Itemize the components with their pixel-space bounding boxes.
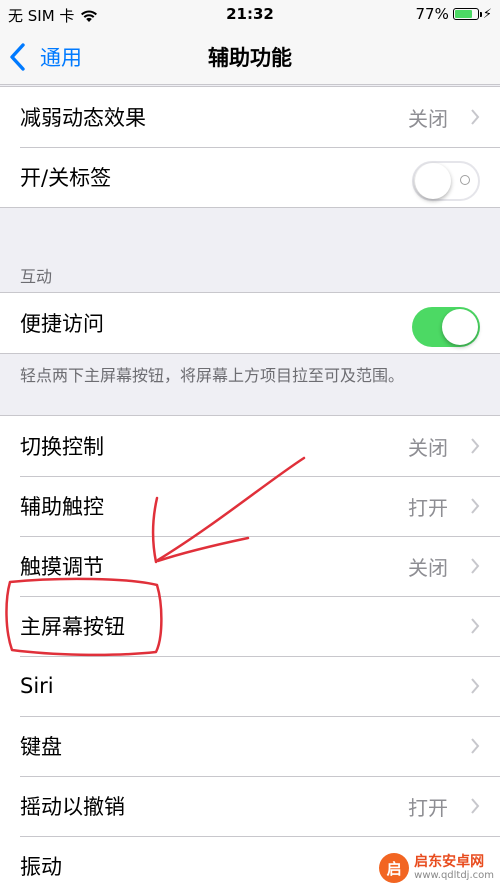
- row-siri[interactable]: Siri: [0, 656, 500, 716]
- row-label: 触摸调节: [20, 555, 104, 579]
- on-off-labels-toggle[interactable]: [412, 161, 480, 201]
- toggle-off-ring-icon: [460, 175, 470, 185]
- watermark-text: 启东安卓网 www.qdltdj.com: [414, 853, 494, 882]
- battery-percent: 77%: [415, 5, 449, 23]
- chevron-right-icon: [471, 738, 480, 754]
- status-right: 77% ⚡: [416, 5, 492, 23]
- chevron-right-icon: [471, 438, 480, 454]
- chevron-right-icon: [471, 558, 480, 574]
- row-switch-control[interactable]: 切换控制 关闭: [0, 416, 500, 476]
- battery-fill: [454, 10, 472, 18]
- chevron-right-icon: [471, 109, 480, 125]
- watermark: 启 启东安卓网 www.qdltdj.com: [379, 853, 494, 883]
- row-value: 关闭: [408, 435, 448, 460]
- row-touch-accommodations[interactable]: 触摸调节 关闭: [0, 536, 500, 596]
- row-label: 开/关标签: [20, 166, 112, 190]
- back-chevron-icon: [10, 40, 40, 74]
- row-shake-to-undo[interactable]: 摇动以撤销 打开: [0, 776, 500, 836]
- watermark-logo-icon: 启: [379, 853, 410, 883]
- charging-icon: ⚡: [482, 6, 492, 22]
- back-button[interactable]: 通用: [10, 40, 82, 74]
- row-label: Siri: [20, 674, 54, 698]
- row-assistive-touch[interactable]: 辅助触控 打开: [0, 476, 500, 536]
- watermark-name: 启东安卓网: [414, 853, 485, 870]
- status-bar: 无 SIM 卡 21:32 77% ⚡: [0, 0, 500, 30]
- row-label: 键盘: [20, 735, 62, 759]
- row-value: 打开: [408, 495, 448, 520]
- row-label: 减弱动态效果: [20, 106, 146, 130]
- chevron-right-icon: [471, 678, 480, 694]
- section-footer-reachability: 轻点两下主屏幕按钮，将屏幕上方项目拉至可及范围。: [20, 366, 405, 385]
- chevron-right-icon: [471, 618, 480, 634]
- row-reachability: 便捷访问: [0, 293, 500, 353]
- row-label: 振动: [20, 855, 62, 879]
- row-label: 切换控制: [20, 435, 104, 459]
- chevron-right-icon: [471, 498, 480, 514]
- chevron-right-icon: [471, 798, 480, 814]
- row-reduce-motion[interactable]: 减弱动态效果 关闭: [0, 87, 500, 147]
- row-home-button[interactable]: 主屏幕按钮: [0, 596, 500, 656]
- row-on-off-labels: 开/关标签: [0, 147, 500, 207]
- toggle-knob: [415, 163, 451, 199]
- toggle-knob: [442, 309, 478, 345]
- watermark-url: www.qdltdj.com: [414, 870, 494, 882]
- settings-group-bottom: 切换控制 关闭 辅助触控 打开 触摸调节 关闭 主屏幕按钮 Siri 键盘 摇动…: [0, 415, 500, 896]
- settings-group-top: 减弱动态效果 关闭 开/关标签: [0, 86, 500, 208]
- reachability-toggle[interactable]: [412, 307, 480, 347]
- back-button-label: 通用: [40, 46, 82, 70]
- row-keyboard[interactable]: 键盘: [0, 716, 500, 776]
- row-label: 摇动以撤销: [20, 795, 125, 819]
- row-label: 辅助触控: [20, 495, 104, 519]
- row-label: 便捷访问: [20, 312, 104, 336]
- row-value: 关闭: [408, 555, 448, 580]
- battery-icon: [452, 8, 482, 20]
- row-value: 打开: [408, 795, 448, 820]
- row-value: 关闭: [408, 106, 448, 131]
- navigation-bar: 通用 辅助功能: [0, 30, 500, 85]
- row-label: 主屏幕按钮: [20, 615, 125, 639]
- settings-group-interaction: 便捷访问: [0, 292, 500, 354]
- section-header-interaction: 互动: [20, 267, 53, 286]
